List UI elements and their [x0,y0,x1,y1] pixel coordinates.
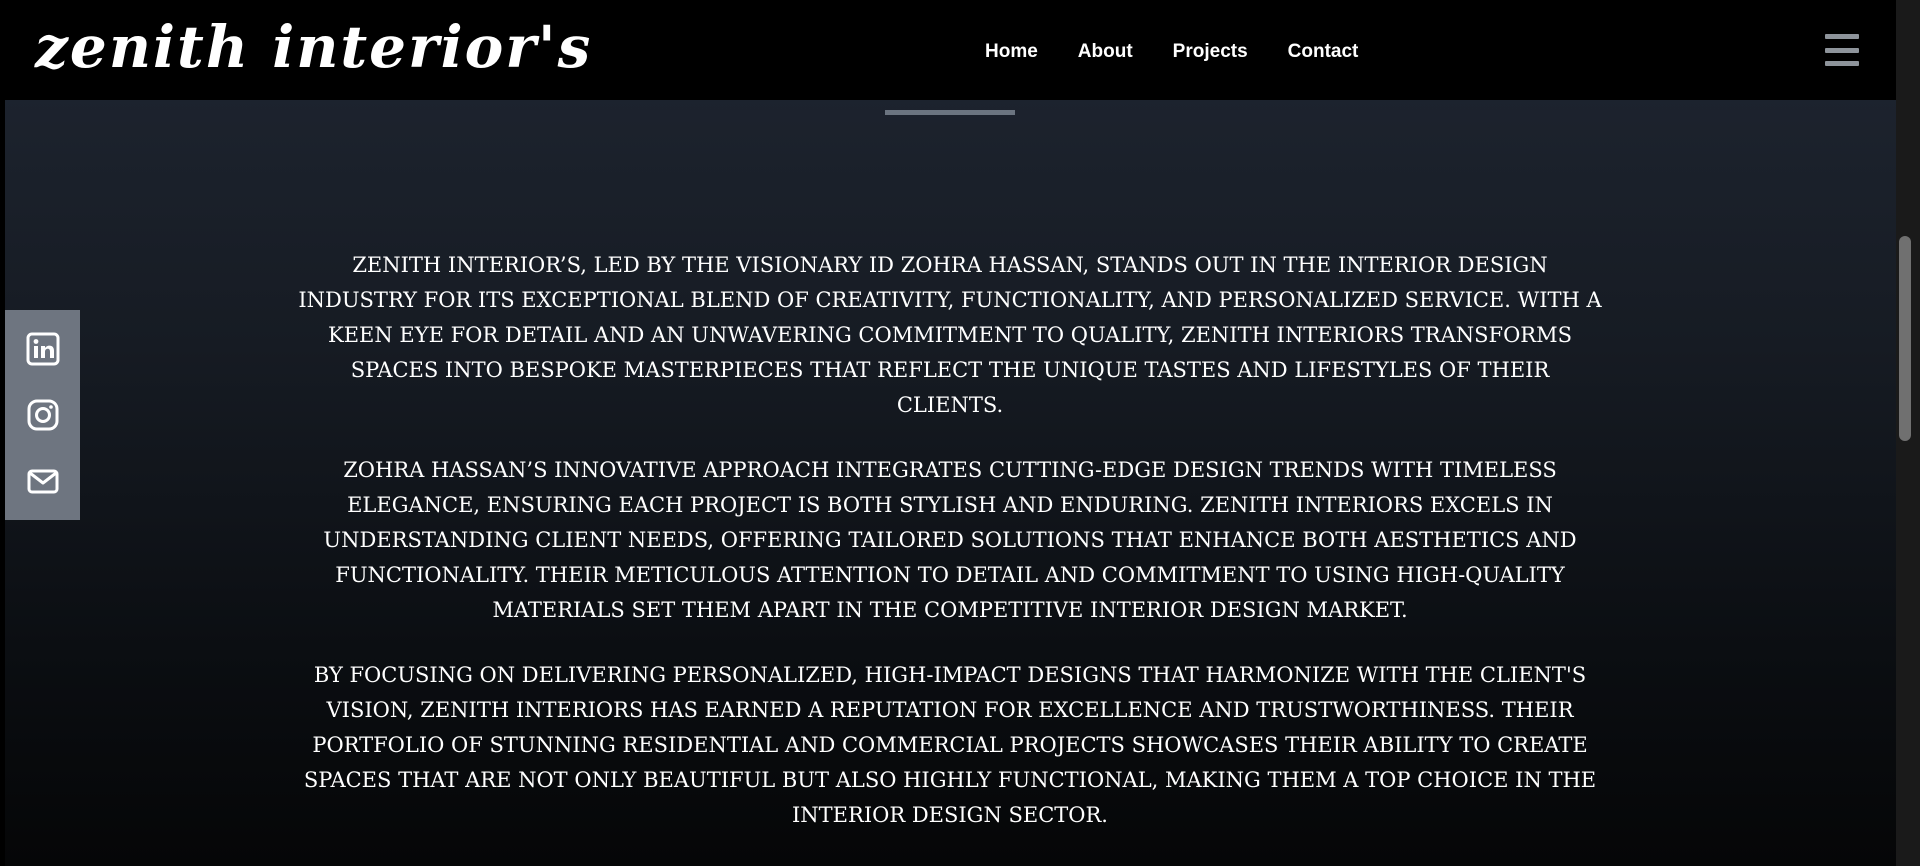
about-paragraph-1: ZENITH INTERIOR’S, LED BY THE VISIONARY … [298,253,1602,417]
social-sidebar [5,310,80,520]
navbar: zenith interior's Home About Projects Co… [5,0,1896,100]
nav-projects-link[interactable]: Projects [1173,38,1248,66]
nav-about-link[interactable]: About [1078,38,1133,66]
instagram-icon[interactable] [23,395,63,435]
hamburger-line [1825,47,1859,53]
hamburger-line [1825,34,1859,39]
section-divider [885,110,1015,115]
page-frame: zenith interior's Home About Projects Co… [5,0,1896,866]
scrollbar-thumb[interactable] [1899,236,1911,441]
about-content: ZENITH INTERIOR’S, LED BY THE VISIONARY … [295,248,1605,863]
mail-icon[interactable] [23,461,63,501]
nav-contact-link[interactable]: Contact [1288,38,1359,66]
hamburger-line [1825,61,1859,66]
hamburger-icon[interactable] [1825,34,1859,66]
about-paragraph-2: ZOHRA HASSAN’S INNOVATIVE APPROACH INTEG… [323,458,1577,622]
about-paragraph-3: BY FOCUSING ON DELIVERING PERSONALIZED, … [303,663,1597,827]
brand-logo[interactable]: zenith interior's [35,18,592,76]
nav-links: Home About Projects Contact [985,38,1358,66]
nav-home-link[interactable]: Home [985,38,1038,66]
linkedin-icon[interactable] [23,329,63,369]
